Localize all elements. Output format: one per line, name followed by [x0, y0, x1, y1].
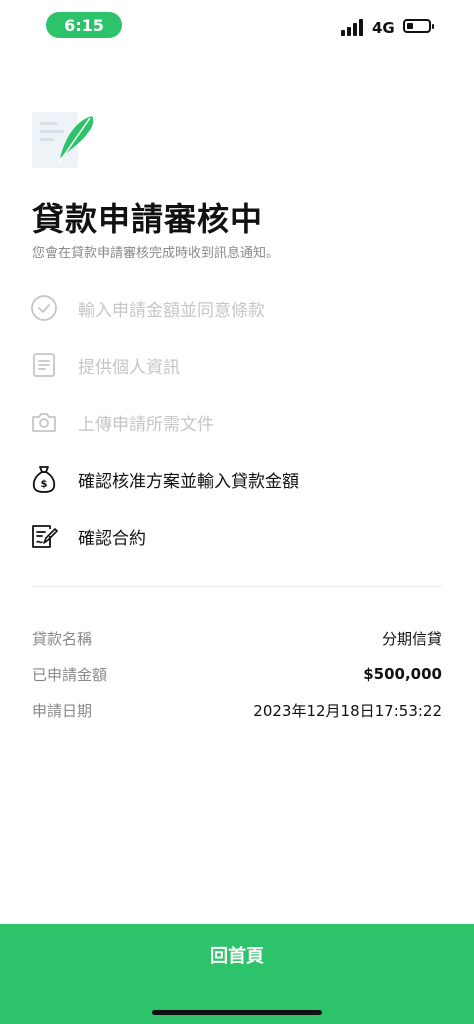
step-label: 確認合約 — [78, 528, 146, 549]
date-label: 申請日期 — [32, 701, 93, 720]
date-value: 2023年12月18日17:53:22 — [253, 701, 442, 720]
status-time: 6:15 — [46, 12, 122, 38]
home-indicator[interactable] — [152, 1010, 322, 1015]
loan-name-label: 貸款名稱 — [32, 629, 93, 648]
check-circle-icon — [28, 292, 60, 324]
contract-sign-icon — [28, 520, 60, 552]
step-confirm-contract: 確認合約 — [28, 514, 146, 558]
step-enter-amount: 輸入申請金額並同意條款 — [28, 286, 265, 330]
divider — [32, 586, 442, 587]
page-title: 貸款申請審核中 — [32, 200, 264, 238]
date-row: 申請日期 2023年12月18日17:53:22 — [32, 692, 442, 728]
loan-name-value: 分期信貸 — [381, 629, 442, 648]
amount-row: 已申請金額 $500,000 — [32, 656, 442, 692]
loan-name-row: 貸款名稱 分期信貸 — [32, 620, 442, 656]
amount-label: 已申請金額 — [32, 665, 108, 684]
home-button-label: 回首頁 — [210, 946, 264, 967]
svg-text:$: $ — [41, 479, 48, 490]
step-upload-documents: 上傳申請所需文件 — [28, 400, 214, 444]
step-confirm-plan: $ 確認核准方案並輸入貸款金額 — [28, 457, 299, 501]
step-label: 上傳申請所需文件 — [78, 414, 214, 435]
application-pen-icon — [32, 112, 98, 170]
battery-icon — [403, 19, 434, 33]
amount-value: $500,000 — [363, 665, 442, 683]
status-bar: 6:15 4G — [0, 0, 474, 52]
page-subtitle: 您會在貸款申請審核完成時收到訊息通知。 — [32, 246, 280, 261]
document-icon — [28, 349, 60, 381]
step-personal-info: 提供個人資訊 — [28, 343, 180, 387]
step-label: 輸入申請金額並同意條款 — [78, 300, 265, 321]
money-bag-icon: $ — [28, 463, 60, 495]
step-label: 確認核准方案並輸入貸款金額 — [78, 471, 299, 492]
step-label: 提供個人資訊 — [78, 357, 180, 378]
home-button[interactable]: 回首頁 — [0, 924, 474, 1024]
camera-icon — [28, 406, 60, 438]
cellular-signal-icon — [341, 18, 367, 36]
network-type: 4G — [372, 19, 395, 37]
